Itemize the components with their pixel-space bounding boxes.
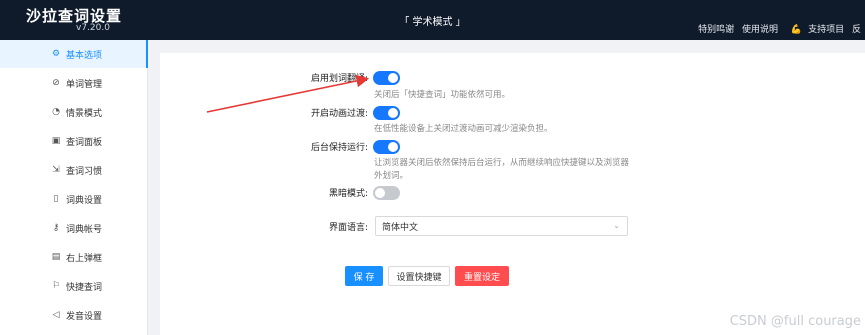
- sidebar-item-quick-search[interactable]: ⚐ 快捷查词: [0, 272, 148, 300]
- thanks-link[interactable]: 特别鸣谢: [698, 25, 734, 35]
- animation-label: 开启动画过渡:: [310, 109, 368, 119]
- reset-button[interactable]: 重置设定: [455, 266, 509, 286]
- chevron-down-icon: ⌄: [613, 221, 620, 230]
- background-description-line1: 让浏览器关闭后依然保持后台运行，从而继续响应快捷键以及浏览器: [374, 158, 630, 168]
- language-label: 界面语言:: [328, 223, 368, 233]
- flag-icon: ⚐: [51, 281, 61, 291]
- sidebar-item-profiles[interactable]: ◔ 情景模式: [0, 98, 148, 126]
- sidebar-item-label: 查词习惯: [66, 166, 103, 177]
- gear-icon: ⚙: [51, 49, 61, 59]
- animation-description: 在低性能设备上关闭过渡动画可减少渲染负担。: [374, 124, 553, 134]
- sidebar-item-popup[interactable]: ▤ 右上弹框: [0, 243, 148, 271]
- sidebar-item-dict-accounts[interactable]: ⚷ 词典帐号: [0, 214, 148, 242]
- sidebar-item-label: 词典帐号: [66, 224, 103, 235]
- language-value: 简体中文: [382, 222, 419, 233]
- sidebar-item-label: 词典设置: [66, 195, 103, 206]
- sidebar-item-label: 情景模式: [66, 108, 103, 119]
- sidebar-item-pronunciation[interactable]: ◁ 发音设置: [0, 301, 148, 329]
- key-icon: ⚷: [52, 223, 60, 233]
- sidebar-item-label: 快捷查词: [66, 282, 103, 293]
- layout-icon: ▤: [51, 252, 61, 262]
- hotkey-button[interactable]: 设置快捷键: [388, 266, 450, 286]
- dark-mode-label: 黑暗模式:: [328, 189, 368, 199]
- translate-description: 关闭后「快捷查词」功能依然可用。: [374, 90, 511, 100]
- support-link[interactable]: 💪 支持项目: [786, 25, 844, 35]
- muscle-icon: 💪: [790, 25, 803, 35]
- panel-icon: ▣: [51, 136, 61, 146]
- dark-mode-toggle[interactable]: [373, 186, 400, 200]
- watermark: CSDN @full courage: [729, 314, 861, 329]
- sidebar-item-search-habits[interactable]: ⇲ 查词习惯: [0, 156, 148, 184]
- cursor-icon: ⇲: [52, 165, 60, 175]
- sidebar-item-label: 单词管理: [66, 79, 103, 90]
- animation-toggle[interactable]: [373, 106, 400, 120]
- help-link[interactable]: 使用说明: [742, 25, 778, 35]
- sidebar-item-label: 查词面板: [66, 137, 103, 148]
- tag-icon: ⊘: [52, 78, 60, 88]
- header-links: 特别鸣谢 使用说明 💪 支持项目 反: [693, 22, 861, 35]
- book-icon: ▯: [53, 194, 59, 204]
- sidebar-item-dicts[interactable]: ▯ 词典设置: [0, 185, 148, 213]
- sidebar-item-basic[interactable]: ⚙ 基本选项: [0, 40, 148, 68]
- app-header: 沙拉查词设置 v7.20.0 「 学术模式 」 特别鸣谢 使用说明 💪 支持项目 …: [0, 0, 865, 40]
- translate-label: 启用划词翻译:: [310, 74, 368, 84]
- sidebar-item-label: 基本选项: [66, 50, 103, 61]
- background-description-line2: 外划词。: [374, 171, 409, 181]
- sidebar-item-dict-panel[interactable]: ▣ 查词面板: [0, 127, 148, 155]
- sidebar: ⚙ 基本选项 ⊘ 单词管理 ◔ 情景模式 ▣ 查词面板 ⇲ 查词习惯 ▯ 词典设…: [0, 40, 148, 335]
- background-label: 后台保持运行:: [310, 143, 368, 153]
- gauge-icon: ◔: [52, 107, 60, 117]
- sidebar-item-label: 右上弹框: [66, 253, 103, 264]
- speaker-icon: ◁: [52, 310, 60, 320]
- background-description: 让浏览器关闭后依然保持后台运行，从而继续响应快捷键以及浏览器 外划词。: [374, 157, 629, 183]
- sidebar-item-label: 发音设置: [66, 311, 103, 322]
- feedback-link[interactable]: 反: [852, 25, 861, 35]
- background-toggle[interactable]: [373, 140, 400, 154]
- language-select[interactable]: 简体中文 ⌄: [375, 216, 628, 236]
- save-button[interactable]: 保 存: [345, 266, 383, 286]
- translate-toggle[interactable]: [373, 71, 400, 85]
- sidebar-item-words[interactable]: ⊘ 单词管理: [0, 69, 148, 97]
